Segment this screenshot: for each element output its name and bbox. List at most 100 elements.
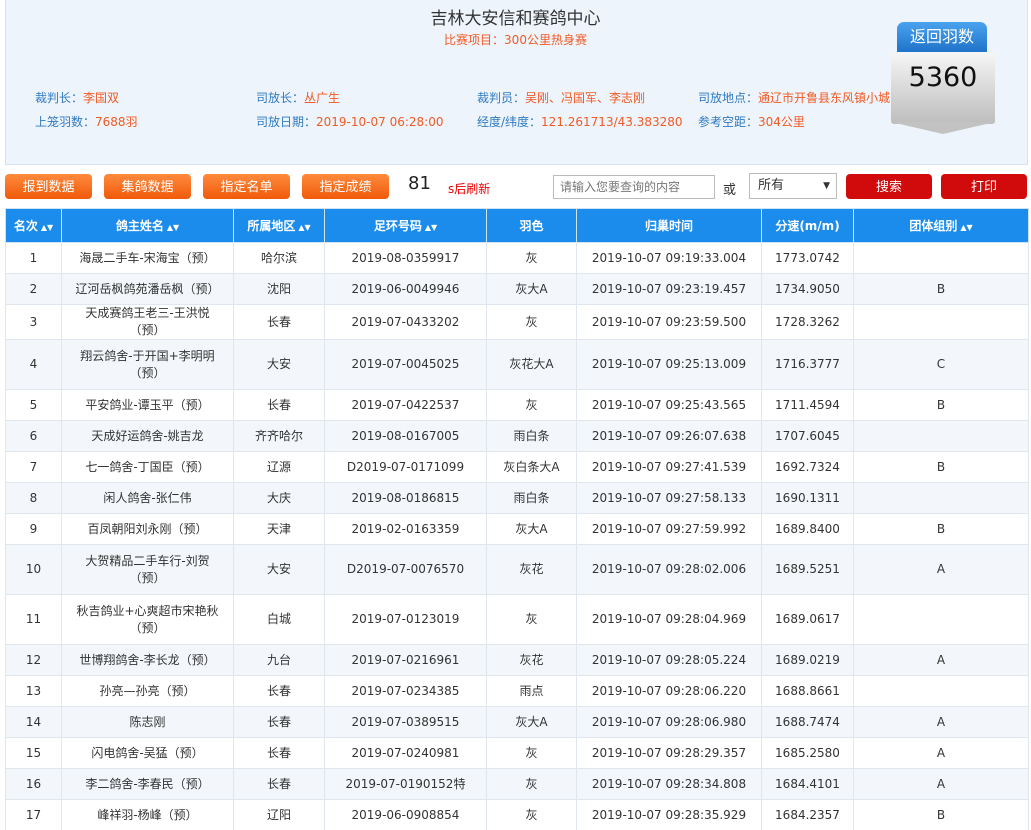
cell-color: 灰	[486, 737, 577, 769]
table-row: 15 闪电鸽舍-吴猛（预） 长春 2019-07-0240981 灰 2019-10-07…	[5, 737, 1029, 769]
badge-label: 返回羽数	[897, 22, 987, 52]
cell-region: 长春	[233, 675, 325, 707]
cell-speed: 1716.3777	[761, 339, 854, 390]
cell-rank: 14	[5, 706, 62, 738]
cell-owner: 峰祥羽-杨峰（预）	[61, 799, 234, 830]
cell-group	[853, 304, 1029, 340]
cell-rank: 15	[5, 737, 62, 769]
filter-select-value: 所有	[758, 178, 785, 193]
table-row: 16 李二鸽舍-李春民（预） 长春 2019-07-0190152特灰 2019-10-…	[5, 768, 1029, 800]
cell-speed: 1773.0742	[761, 242, 854, 274]
cell-group	[853, 242, 1029, 274]
checkin-data-button[interactable]: 报到数据	[5, 174, 92, 199]
cell-color: 灰大A	[486, 706, 577, 738]
header-speed: 分速(m/m)	[761, 208, 854, 243]
cell-ring: 2019-07-0234385	[324, 675, 487, 707]
sort-icon: ▲▼	[40, 223, 54, 232]
cell-group: B	[853, 799, 1029, 830]
cell-region: 长春	[233, 768, 325, 800]
cell-ring: 2019-08-0167005	[324, 420, 487, 452]
cell-ring: D2019-07-0076570	[324, 544, 487, 595]
cell-ring: 2019-07-0422537	[324, 389, 487, 421]
table-row: 1 海晟二手车-宋海宝（预） 哈尔滨 2019-08-0359917 灰 2019-10-…	[5, 242, 1029, 274]
cell-rank: 5	[5, 389, 62, 421]
cell-speed: 1684.2357	[761, 799, 854, 830]
cell-speed: 1707.6045	[761, 420, 854, 452]
search-input[interactable]	[553, 175, 715, 199]
cell-color: 灰大A	[486, 513, 577, 545]
info-entries: 上笼羽数：7688羽	[35, 115, 138, 129]
cell-owner: 闲人鸽舍-张仁伟	[61, 482, 234, 514]
cell-arrival: 2019-10-07 09:28:06.220	[576, 675, 762, 707]
cell-owner: 百凤朝阳刘永刚（预）	[61, 513, 234, 545]
cell-ring: 2019-07-0045025	[324, 339, 487, 390]
cell-ring: 2019-02-0163359	[324, 513, 487, 545]
cell-group	[853, 420, 1029, 452]
cell-arrival: 2019-10-07 09:28:29.357	[576, 737, 762, 769]
sort-icon: ▲▼	[298, 223, 311, 232]
cell-owner: 世博翔鸽舍-李长龙（预）	[61, 644, 234, 676]
cell-color: 灰花	[486, 544, 577, 595]
cell-arrival: 2019-10-07 09:23:59.500	[576, 304, 762, 340]
cell-ring: 2019-07-0123019	[324, 594, 487, 645]
cell-group	[853, 482, 1029, 514]
print-button[interactable]: 打印	[941, 174, 1027, 199]
info-chief-referee: 裁判长：李国双	[35, 91, 120, 105]
cell-speed: 1688.7474	[761, 706, 854, 738]
table-row: 14 陈志刚 长春 2019-07-0389515 灰大A 2019-10-07 09:2…	[5, 706, 1029, 738]
info-distance: 参考空距：304公里	[698, 115, 805, 129]
cell-color: 灰大A	[486, 273, 577, 305]
designated-results-button[interactable]: 指定成绩	[302, 174, 389, 199]
cell-color: 雨白条	[486, 420, 577, 452]
cell-speed: 1711.4594	[761, 389, 854, 421]
header-rank[interactable]: 名次 ▲▼	[5, 208, 62, 243]
cell-color: 灰	[486, 768, 577, 800]
cell-owner: 七一鸽舍-丁国臣（预）	[61, 451, 234, 483]
header-owner[interactable]: 鸽主姓名 ▲▼	[61, 208, 234, 243]
filter-select[interactable]: 所有 ▼	[749, 173, 837, 199]
table-row: 13 孙亮—孙亮（预） 长春 2019-07-0234385 雨点 2019-10-07 …	[5, 675, 1029, 707]
info-release-chief: 司放长：丛广生	[256, 91, 341, 105]
sort-icon: ▲▼	[166, 223, 180, 232]
badge-value: 5360	[908, 62, 978, 93]
cell-arrival: 2019-10-07 09:23:19.457	[576, 273, 762, 305]
cell-region: 哈尔滨	[233, 242, 325, 274]
cell-speed: 1689.0219	[761, 644, 854, 676]
designated-list-button[interactable]: 指定名单	[203, 174, 290, 199]
cell-rank: 12	[5, 644, 62, 676]
cell-owner: 平安鸽业-谭玉平（预）	[61, 389, 234, 421]
cell-group: A	[853, 544, 1029, 595]
cell-rank: 17	[5, 799, 62, 830]
badge-shield-tip	[891, 122, 995, 134]
header-group[interactable]: 团体组别 ▲▼	[853, 208, 1029, 243]
cell-owner: 天成好运鸽舍-姚吉龙	[61, 420, 234, 452]
cell-region: 长春	[233, 304, 325, 340]
cell-speed: 1688.8661	[761, 675, 854, 707]
table-row: 8 闲人鸽舍-张仁伟 大庆 2019-08-0186815 雨白条 2019-10-07 …	[5, 482, 1029, 514]
cell-arrival: 2019-10-07 09:28:05.224	[576, 644, 762, 676]
cell-group: B	[853, 513, 1029, 545]
cell-color: 灰白条大A	[486, 451, 577, 483]
cell-rank: 2	[5, 273, 62, 305]
table-row: 5 平安鸽业-谭玉平（预） 长春 2019-07-0422537 灰 2019-10-07…	[5, 389, 1029, 421]
cell-group: C	[853, 339, 1029, 390]
sort-icon: ▲▼	[424, 223, 438, 232]
cell-region: 九台	[233, 644, 325, 676]
cell-ring: 2019-07-0433202	[324, 304, 487, 340]
cell-speed: 1734.9050	[761, 273, 854, 305]
cell-owner: 海晟二手车-宋海宝（预）	[61, 242, 234, 274]
cell-owner: 陈志刚	[61, 706, 234, 738]
cell-speed: 1728.3262	[761, 304, 854, 340]
cell-region: 长春	[233, 737, 325, 769]
collection-data-button[interactable]: 集鸽数据	[104, 174, 191, 199]
search-button[interactable]: 搜索	[846, 174, 932, 199]
table-header-row: 名次 ▲▼ 鸽主姓名 ▲▼ 所属地区 ▲▼ 足环号码 ▲▼ 羽色 归巢时间 分速(m/m…	[5, 208, 1029, 243]
header-ring[interactable]: 足环号码 ▲▼	[324, 208, 487, 243]
cell-ring: 2019-06-0049946	[324, 273, 487, 305]
cell-owner: 翔云鸽舍-于开国+李明明（预）	[61, 339, 234, 390]
cell-group: A	[853, 644, 1029, 676]
table-row: 11 秋吉鸽业+心爽超市宋艳秋（预） 白城 2019-07-0123019 灰 2019-…	[5, 594, 1029, 645]
cell-region: 沈阳	[233, 273, 325, 305]
cell-rank: 4	[5, 339, 62, 390]
header-region[interactable]: 所属地区 ▲▼	[233, 208, 325, 243]
